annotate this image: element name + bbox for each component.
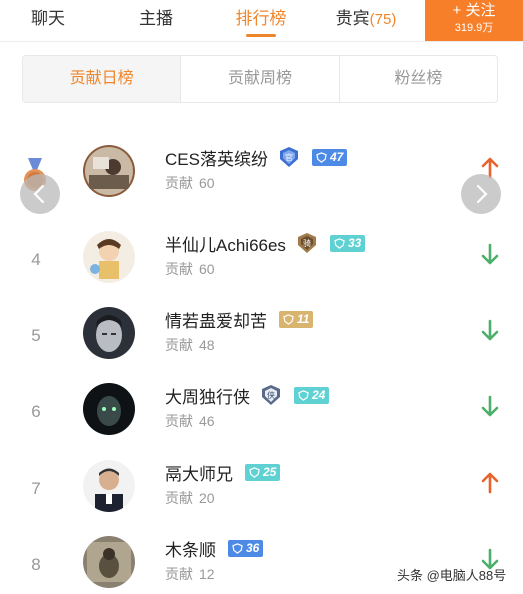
user-name: CES落英缤纷 — [165, 149, 268, 169]
tab-chat[interactable]: 聊天 — [18, 0, 78, 40]
rank-number: 6 — [31, 402, 41, 421]
ranking-row[interactable]: 3 CES落英缤纷 官 47 贡献60 — [0, 140, 523, 216]
rank-down-arrow-icon — [481, 243, 499, 265]
shield-icon — [232, 542, 243, 554]
shield-icon — [283, 313, 294, 325]
level-badge: 36 — [228, 539, 264, 557]
level-badge: 11 — [279, 310, 314, 328]
top-nav: 聊天 主播 排行榜 贵宾(75) + 关注 319.9万 — [0, 0, 523, 42]
contribution: 贡献 12 — [165, 566, 215, 582]
shield-icon — [334, 237, 345, 249]
contribution: 贡献 60 — [165, 261, 215, 277]
rank-number: 7 — [31, 479, 41, 498]
ranking-row[interactable]: 5 情若蛊爱却苦 11 贡献 48 — [0, 302, 523, 378]
watermark: 头条 @电脑人88号 — [397, 568, 507, 583]
user-name: 大周独行侠 — [165, 387, 250, 407]
carousel-prev-button[interactable] — [20, 174, 60, 214]
tab-vip[interactable]: 贵宾(75) — [330, 0, 402, 40]
rank-number: 5 — [31, 326, 41, 345]
avatar — [83, 383, 135, 435]
rank-down-arrow-icon — [481, 395, 499, 417]
active-tab-indicator — [246, 34, 276, 37]
avatar — [83, 536, 135, 588]
ranking-row[interactable]: 8 木条顺 36 贡献 12 — [0, 531, 523, 594]
user-name: 半仙儿Achi66es — [165, 235, 286, 255]
level-badge: 24 — [294, 386, 330, 404]
contribution-value: 20 — [199, 490, 215, 506]
follow-label: + 关注 — [452, 2, 496, 19]
contribution-value: 60 — [199, 261, 215, 277]
follow-button[interactable]: + 关注 319.9万 — [425, 0, 523, 41]
ranking-row[interactable]: 7 鬲大师兄 25 贡献 20 — [0, 455, 523, 531]
follower-count: 319.9万 — [454, 22, 494, 34]
vip-count: (75) — [369, 11, 397, 28]
contribution: 贡献 20 — [165, 490, 215, 506]
level-badge: 25 — [245, 463, 281, 481]
user-name: 木条顺 — [165, 540, 216, 560]
rank-down-arrow-icon — [481, 319, 499, 341]
shield-icon — [298, 389, 309, 401]
tab-anchor[interactable]: 主播 — [126, 0, 186, 40]
contribution-value: 48 — [199, 337, 215, 353]
chevron-left-icon — [33, 184, 45, 204]
knight-badge-text: 骑 — [303, 238, 311, 248]
official-badge-icon: 官 — [278, 146, 300, 168]
hero-badge-icon: 侠 — [260, 384, 282, 406]
avatar — [83, 231, 135, 283]
official-badge-text: 官 — [285, 152, 293, 162]
level-badge: 47 — [311, 148, 348, 166]
contribution-value: 46 — [199, 413, 215, 429]
contribution: 贡献 60 — [165, 175, 215, 191]
segment-daily-contribution[interactable]: 贡献日榜 — [23, 56, 182, 102]
ranking-row[interactable]: 4 半仙儿Achi66es 骑 33 贡献 60 — [0, 226, 523, 302]
segment-fans[interactable]: 粉丝榜 — [340, 56, 497, 102]
contribution-value: 60 — [199, 175, 215, 191]
user-name: 情若蛊爱却苦 — [165, 311, 267, 331]
contribution: 贡献 46 — [165, 413, 215, 429]
segment-weekly-contribution[interactable]: 贡献周榜 — [181, 56, 340, 102]
chevron-right-icon — [476, 184, 488, 204]
ranking-row[interactable]: 6 大周独行侠 侠 24 贡献 46 — [0, 378, 523, 454]
contribution: 贡献 48 — [165, 337, 215, 353]
avatar — [83, 145, 135, 197]
carousel-next-button[interactable] — [461, 174, 501, 214]
user-name: 鬲大师兄 — [165, 464, 233, 484]
shield-icon — [316, 151, 327, 163]
rank-number: 8 — [31, 555, 41, 574]
rank-number: 4 — [31, 250, 41, 269]
shield-icon — [249, 466, 260, 478]
avatar — [83, 307, 135, 359]
knight-badge-icon: 骑 — [296, 232, 318, 254]
contribution-value: 12 — [199, 566, 215, 582]
level-badge: 33 — [329, 234, 366, 252]
rank-up-arrow-icon — [481, 472, 499, 494]
hero-badge-text: 侠 — [267, 390, 275, 400]
avatar — [83, 460, 135, 512]
ranking-segments: 贡献日榜 贡献周榜 粉丝榜 — [22, 55, 498, 103]
